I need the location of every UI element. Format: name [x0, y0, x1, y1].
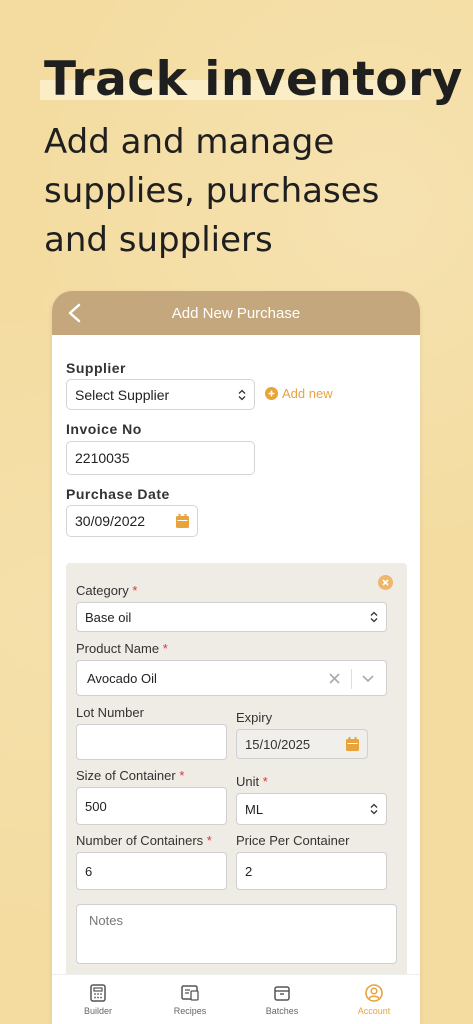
notes-placeholder: Notes: [89, 913, 123, 928]
number-of-containers-label: Number of Containers *: [76, 833, 212, 848]
lot-number-input[interactable]: [76, 724, 227, 760]
back-arrow-icon[interactable]: [64, 301, 86, 325]
invoice-value: 2210035: [75, 450, 130, 466]
category-label: Category *: [76, 583, 138, 598]
plus-circle-icon: [265, 387, 278, 400]
price-per-container-input[interactable]: 2: [236, 852, 387, 890]
select-arrows-icon: [238, 389, 246, 400]
lot-number-label: Lot Number: [76, 705, 144, 720]
calendar-icon[interactable]: [176, 514, 189, 528]
select-arrows-icon: [370, 611, 378, 623]
hero-subline: Add and manage supplies, purchases and s…: [44, 122, 380, 260]
tab-bar: Builder Recipes Batches Account: [52, 974, 420, 1024]
calculator-icon: [90, 984, 106, 1002]
expiry-value: 15/10/2025: [245, 736, 311, 752]
unit-value: ML: [245, 801, 264, 817]
tab-builder[interactable]: Builder: [52, 975, 144, 1024]
tab-batches[interactable]: Batches: [236, 975, 328, 1024]
product-name-select[interactable]: Avocado Oil: [76, 660, 387, 696]
purchase-item-panel: Category * Base oil Product Name * Avoca…: [66, 563, 407, 1024]
purchase-date-label: Purchase Date: [66, 486, 170, 502]
page-title: Add New Purchase: [171, 304, 301, 322]
product-name-value: Avocado Oil: [87, 670, 157, 686]
add-new-label: Add new: [282, 386, 333, 401]
supplier-select-value: Select Supplier: [75, 386, 170, 403]
hero-headline: Track inventory: [44, 52, 463, 107]
supplier-label: Supplier: [66, 360, 127, 376]
unit-select[interactable]: ML: [236, 793, 387, 825]
purchase-date-input[interactable]: 30/09/2022: [66, 505, 198, 537]
chevron-down-icon[interactable]: [362, 674, 374, 683]
number-of-containers-input[interactable]: 6: [76, 852, 227, 890]
calendar-icon[interactable]: [346, 737, 359, 751]
container-size-input[interactable]: 500: [76, 787, 227, 825]
purchase-date-value: 30/09/2022: [75, 513, 146, 529]
divider: [351, 669, 352, 689]
phone-screen: Add New Purchase Supplier Select Supplie…: [52, 291, 420, 1024]
nav-bar: Add New Purchase: [52, 291, 420, 335]
expiry-input[interactable]: 15/10/2025: [236, 729, 368, 759]
recipes-icon: [181, 985, 199, 1001]
category-select[interactable]: Base oil: [76, 602, 387, 632]
notes-textarea[interactable]: Notes: [76, 904, 397, 964]
product-name-label: Product Name *: [76, 641, 168, 656]
invoice-label: Invoice No: [66, 421, 142, 437]
price-per-container-label: Price Per Container: [236, 833, 350, 848]
container-size-label: Size of Container *: [76, 768, 185, 783]
supplier-select[interactable]: Select Supplier: [66, 379, 255, 410]
price-per-container-value: 2: [245, 863, 253, 879]
invoice-input[interactable]: 2210035: [66, 441, 255, 475]
category-value: Base oil: [85, 609, 132, 625]
unit-label: Unit *: [236, 774, 268, 789]
expiry-label: Expiry: [236, 710, 273, 725]
tab-recipes[interactable]: Recipes: [144, 975, 236, 1024]
tab-account[interactable]: Account: [328, 975, 420, 1024]
remove-item-icon[interactable]: [378, 575, 393, 590]
box-icon: [274, 986, 290, 1001]
add-new-supplier-button[interactable]: Add new: [265, 386, 333, 401]
number-of-containers-value: 6: [85, 863, 93, 879]
select-arrows-icon: [370, 803, 378, 815]
container-size-value: 500: [85, 798, 107, 814]
account-icon: [365, 984, 383, 1002]
clear-icon[interactable]: [329, 673, 340, 684]
